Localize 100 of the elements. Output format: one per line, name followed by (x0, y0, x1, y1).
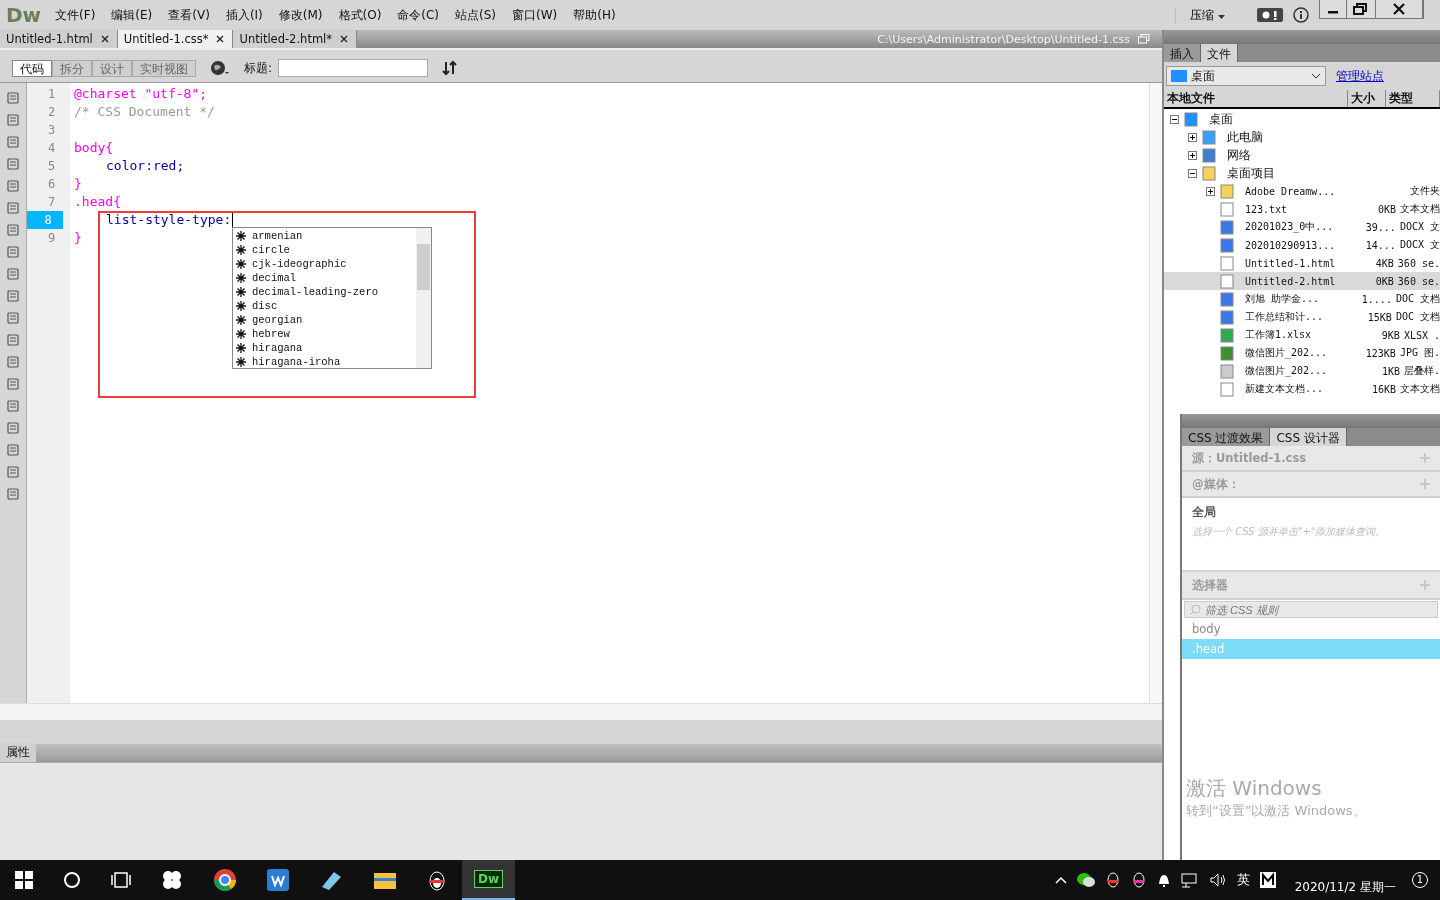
info-icon[interactable] (1293, 7, 1309, 23)
task-view-icon[interactable] (111, 871, 131, 889)
chat-bubbles-icon[interactable] (1076, 872, 1095, 888)
file-size: 15KB (1366, 311, 1392, 323)
selector-item[interactable]: body (1182, 619, 1440, 639)
close-icon[interactable] (216, 35, 225, 43)
autocomplete-item[interactable]: disc (252, 300, 278, 312)
expand-icon[interactable] (1188, 150, 1197, 160)
document-tab[interactable]: Untitled-1.css* (117, 30, 234, 48)
text-cursor (232, 212, 234, 228)
menu-item[interactable]: 格式(O) (338, 6, 382, 24)
file-name[interactable]: 微信图片_202... (1245, 364, 1328, 378)
menu-item[interactable]: 插入(I) (225, 6, 263, 24)
file-name[interactable]: 桌面项目 (1227, 164, 1275, 182)
panel-tab[interactable]: CSS 过渡效果 (1182, 428, 1271, 446)
panel-tab[interactable]: 文件 (1201, 44, 1238, 62)
expand-icon[interactable] (1188, 132, 1197, 142)
taskbar-app[interactable]: Dw (462, 860, 516, 900)
filter-field[interactable]: 筛选 CSS 规则 (1184, 601, 1438, 618)
view-button[interactable]: 代码 (12, 59, 52, 77)
browser-icon[interactable] (213, 868, 237, 892)
file-size: 0KB (1376, 203, 1396, 215)
file-name[interactable]: Adobe Dreamw... (1245, 185, 1336, 197)
text-file-icon (1219, 201, 1235, 217)
view-button[interactable]: 实时视图 (132, 59, 196, 77)
manage-sites-link[interactable]: 管理站点 (1336, 67, 1384, 85)
column-header[interactable]: 本地文件 (1164, 90, 1348, 107)
penguin-icon[interactable] (427, 869, 447, 891)
penguin-icon[interactable] (1130, 872, 1147, 888)
file-name[interactable]: 微信图片_202... (1245, 346, 1328, 360)
notebook-icon[interactable] (319, 869, 343, 891)
menu-item[interactable]: 文件(F) (55, 6, 96, 24)
file-name[interactable]: 网络 (1227, 146, 1251, 164)
globe-icon[interactable] (210, 60, 230, 76)
windows-logo-icon[interactable] (15, 871, 33, 889)
taskbar-date[interactable]: 2020/11/2 星期一 (1294, 878, 1396, 896)
scrollbar[interactable] (0, 703, 1162, 720)
panel-tab[interactable]: CSS 设计器 (1270, 428, 1347, 446)
media-item[interactable]: 全局 (1192, 504, 1430, 521)
site-dropdown[interactable]: 桌面 (1166, 66, 1326, 86)
penguin-icon[interactable] (1104, 872, 1121, 888)
file-name[interactable]: 工作总结和计... (1245, 310, 1324, 324)
view-button[interactable]: 拆分 (52, 59, 92, 77)
autocomplete-item[interactable]: georgian (252, 314, 303, 326)
column-header[interactable]: 大小 (1348, 90, 1386, 107)
autocomplete-item[interactable]: cjk-ideographic (252, 258, 347, 270)
file-name[interactable]: 刘旭 助学金... (1245, 292, 1320, 306)
bell-icon[interactable] (1156, 872, 1171, 888)
menu-item[interactable]: 站点(S) (455, 6, 497, 24)
collapse-icon[interactable] (1170, 114, 1179, 124)
scrollbar[interactable] (416, 228, 431, 368)
autocomplete-item[interactable]: hebrew (252, 328, 290, 340)
file-name[interactable]: 202010290913... (1245, 239, 1336, 251)
folder-icon[interactable] (373, 870, 397, 890)
autocomplete-item[interactable]: armenian (252, 230, 303, 242)
chevron-up-icon[interactable] (1054, 876, 1067, 884)
line-number: 9 (46, 230, 57, 247)
keyboard-mode-icon[interactable] (1259, 872, 1276, 888)
file-name[interactable]: 20201023_0中... (1245, 220, 1334, 234)
scrollbar[interactable] (1149, 83, 1162, 703)
speaker-icon[interactable] (1208, 872, 1227, 888)
autocomplete-list[interactable]: armenian circle cjk-ideographic decimal decimal-leading-zero disc georgian hebrew hiragana hiragana-iroha (232, 227, 432, 369)
input-method[interactable]: 英 (1236, 871, 1250, 889)
document-app-icon[interactable] (267, 869, 289, 891)
close-icon[interactable] (340, 35, 349, 43)
file-name[interactable]: 桌面 (1209, 110, 1233, 128)
line-number: 8 (27, 211, 63, 229)
close-icon[interactable] (100, 35, 109, 43)
autocomplete-item[interactable]: hiragana-iroha (252, 356, 341, 368)
menu-item[interactable]: 窗口(W) (512, 6, 558, 24)
autocomplete-item[interactable]: decimal-leading-zero (252, 286, 379, 298)
menu-item[interactable]: 帮助(H) (573, 6, 616, 24)
search-icon[interactable] (63, 871, 81, 889)
menu-item[interactable]: 编辑(E) (111, 6, 153, 24)
file-name[interactable]: 123.txt (1245, 203, 1288, 215)
view-button[interactable]: 设计 (92, 59, 132, 77)
title-field[interactable] (278, 59, 429, 77)
gear-alert-icon[interactable] (1257, 8, 1283, 22)
autocomplete-item[interactable]: decimal (252, 272, 297, 284)
menu-item[interactable]: 修改(M) (278, 6, 323, 24)
menu-item[interactable]: 命令(C) (397, 6, 440, 24)
document-tab[interactable]: Untitled-2.html* (233, 30, 358, 48)
expand-icon[interactable] (1206, 186, 1215, 196)
document-tab[interactable]: Untitled-1.html (0, 30, 118, 48)
file-name[interactable]: Untitled-2.html (1245, 275, 1336, 287)
compress-dropdown[interactable]: 压缩 (1175, 6, 1239, 24)
file-name[interactable]: Untitled-1.html (1245, 257, 1336, 269)
network-icon[interactable] (1180, 872, 1199, 888)
file-name[interactable]: 新建文本文档... (1245, 382, 1324, 396)
panel-tab[interactable]: 插入 (1164, 44, 1201, 62)
autocomplete-item[interactable]: circle (252, 244, 290, 256)
menu-item[interactable]: 查看(V) (168, 6, 210, 24)
autocomplete-item[interactable]: hiragana (252, 342, 303, 354)
column-header[interactable]: 类型 (1386, 90, 1440, 107)
collapse-icon[interactable] (1188, 168, 1197, 178)
file-name[interactable]: 工作簿1.xlsx (1245, 328, 1312, 342)
pinwheel-icon[interactable] (161, 869, 183, 891)
spreadsheet-file-icon (1219, 327, 1235, 343)
file-type: 文件夹 (1410, 184, 1440, 198)
file-name[interactable]: 此电脑 (1227, 128, 1263, 146)
